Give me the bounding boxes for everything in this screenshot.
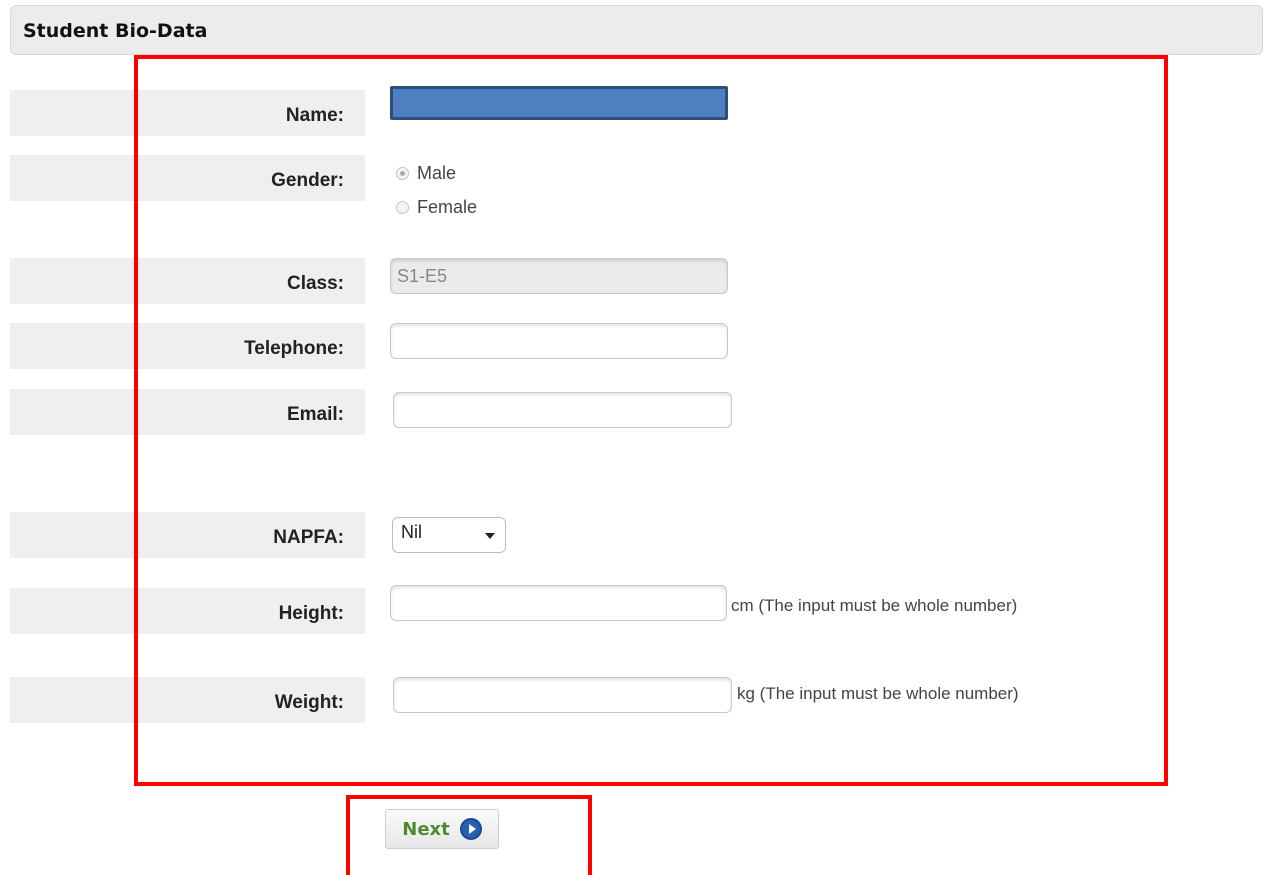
section-header: Student Bio-Data <box>10 5 1263 55</box>
play-circle-icon <box>459 818 482 840</box>
form-highlight-box <box>134 55 1168 786</box>
next-button[interactable]: Next <box>385 809 499 849</box>
section-title: Student Bio-Data <box>23 20 208 42</box>
next-button-label: Next <box>402 818 450 840</box>
